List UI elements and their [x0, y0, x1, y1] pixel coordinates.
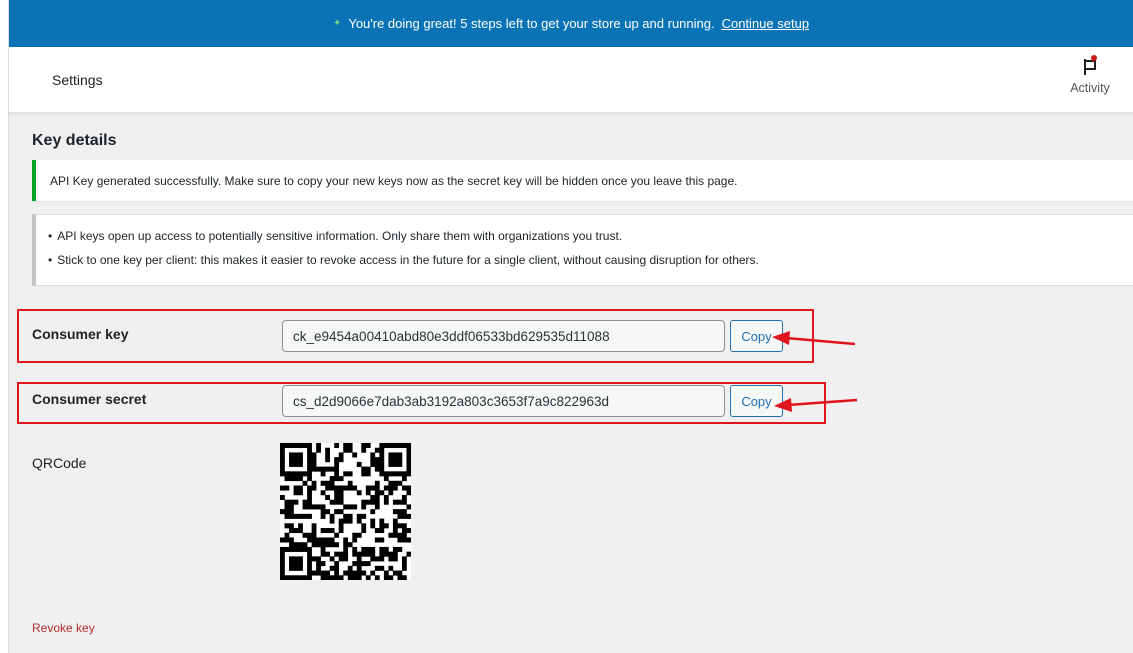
continue-setup-link[interactable]: Continue setup: [722, 16, 809, 31]
success-notice-text: API Key generated successfully. Make sur…: [50, 173, 738, 188]
copy-consumer-secret-button[interactable]: Copy: [730, 385, 783, 417]
revoke-key-link[interactable]: Revoke key: [32, 621, 95, 635]
activity-label: Activity: [1070, 81, 1110, 95]
setup-banner: ✦ You're doing great! 5 steps left to ge…: [9, 0, 1133, 47]
qr-code-image: [280, 443, 412, 581]
flag-icon: [1080, 55, 1100, 77]
consumer-key-label: Consumer key: [32, 326, 129, 342]
sparkle-icon: ✦: [332, 18, 342, 29]
left-border: [0, 0, 9, 653]
info-notice: API keys open up access to potentially s…: [32, 214, 1133, 286]
page-header: Settings Activity: [9, 47, 1133, 113]
success-notice: API Key generated successfully. Make sur…: [32, 160, 1133, 201]
activity-button[interactable]: Activity: [1067, 55, 1113, 95]
info-item: API keys open up access to potentially s…: [48, 229, 1133, 243]
page-title: Settings: [52, 72, 103, 88]
info-item: Stick to one key per client: this makes …: [48, 253, 1133, 267]
copy-consumer-key-button[interactable]: Copy: [730, 320, 783, 352]
qr-code-label: QRCode: [32, 455, 87, 471]
notification-dot: [1091, 55, 1097, 61]
consumer-secret-label: Consumer secret: [32, 391, 147, 407]
banner-message: You're doing great! 5 steps left to get …: [348, 16, 715, 31]
consumer-secret-field[interactable]: [282, 385, 725, 417]
section-title: Key details: [32, 132, 117, 149]
annotation-arrow-icon: [772, 331, 856, 346]
consumer-key-field[interactable]: [282, 320, 725, 352]
annotation-arrow-icon: [774, 398, 858, 412]
